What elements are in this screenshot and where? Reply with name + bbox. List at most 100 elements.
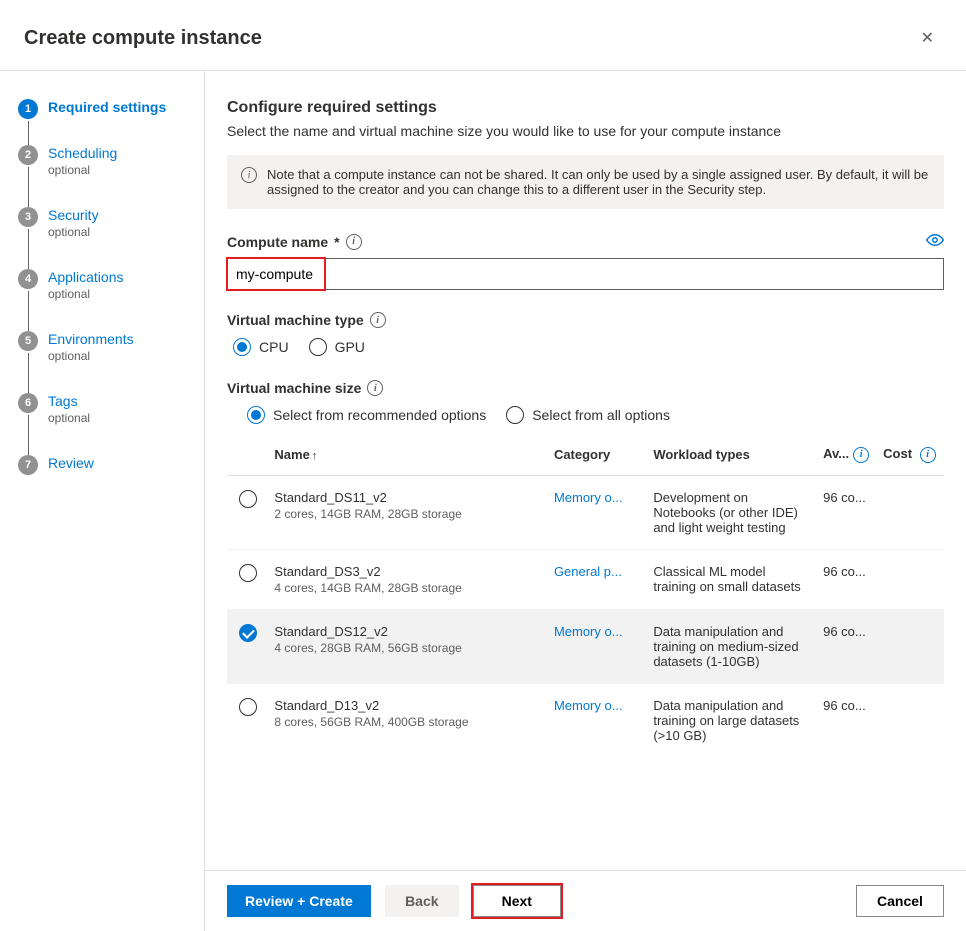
vm-category-link[interactable]: Memory o... — [554, 490, 623, 505]
vm-type-gpu-radio[interactable]: GPU — [309, 338, 365, 356]
vm-category-link[interactable]: Memory o... — [554, 698, 623, 713]
vm-size-table: Name↑ Category Workload types Av...i Cos… — [227, 438, 944, 757]
wizard-step-required-settings[interactable]: 1 Required settings — [18, 99, 204, 145]
wizard-sublabel: optional — [48, 349, 204, 363]
wizard-sublabel: optional — [48, 411, 204, 425]
page-title: Create compute instance — [24, 27, 262, 50]
wizard-label: Applications — [48, 269, 204, 285]
section-heading: Configure required settings — [227, 99, 944, 117]
compute-name-label: Compute name * i — [227, 234, 362, 250]
step-number-icon: 3 — [18, 207, 38, 227]
radio-icon — [233, 338, 251, 356]
vm-spec: 4 cores, 28GB RAM, 56GB storage — [274, 641, 542, 655]
section-subtitle: Select the name and virtual machine size… — [227, 123, 944, 139]
vm-category-link[interactable]: Memory o... — [554, 624, 623, 639]
info-icon[interactable]: i — [367, 380, 383, 396]
info-icon: i — [241, 167, 257, 183]
radio-label: Select from all options — [532, 407, 670, 423]
radio-label: Select from recommended options — [273, 407, 486, 423]
info-icon[interactable]: i — [346, 234, 362, 250]
vm-workload: Data manipulation and training on medium… — [647, 609, 817, 683]
radio-label: CPU — [259, 339, 289, 355]
vm-availability: 96 co... — [817, 549, 877, 609]
vm-availability: 96 co... — [817, 683, 877, 757]
table-row[interactable]: Standard_D13_v2 8 cores, 56GB RAM, 400GB … — [227, 683, 944, 757]
info-note: i Note that a compute instance can not b… — [227, 155, 944, 209]
vm-spec: 2 cores, 14GB RAM, 28GB storage — [274, 507, 542, 521]
vm-category-link[interactable]: General p... — [554, 564, 622, 579]
radio-icon — [309, 338, 327, 356]
info-icon[interactable]: i — [920, 447, 936, 463]
wizard-step-applications[interactable]: 4 Applications optional — [18, 269, 204, 331]
radio-label: GPU — [335, 339, 365, 355]
vm-cost — [877, 549, 944, 609]
table-row[interactable]: Standard_DS11_v2 2 cores, 14GB RAM, 28GB … — [227, 475, 944, 549]
wizard-label: Required settings — [48, 99, 204, 115]
col-header-name[interactable]: Name↑ — [268, 438, 548, 475]
vm-spec: 8 cores, 56GB RAM, 400GB storage — [274, 715, 542, 729]
wizard-sublabel: optional — [48, 287, 204, 301]
col-header-workload[interactable]: Workload types — [647, 438, 817, 475]
wizard-sublabel: optional — [48, 163, 204, 177]
wizard-step-environments[interactable]: 5 Environments optional — [18, 331, 204, 393]
wizard-step-tags[interactable]: 6 Tags optional — [18, 393, 204, 455]
cancel-button[interactable]: Cancel — [856, 885, 944, 917]
vm-cost — [877, 683, 944, 757]
info-note-text: Note that a compute instance can not be … — [267, 167, 930, 197]
row-select-radio[interactable] — [239, 624, 257, 642]
vm-workload: Classical ML model training on small dat… — [647, 549, 817, 609]
compute-name-input[interactable] — [227, 258, 944, 290]
vm-cost — [877, 609, 944, 683]
row-select-radio[interactable] — [239, 698, 257, 716]
info-icon[interactable]: i — [853, 447, 869, 463]
sort-asc-icon: ↑ — [312, 450, 318, 462]
col-header-availability[interactable]: Av...i — [817, 438, 877, 475]
row-select-radio[interactable] — [239, 490, 257, 508]
row-select-radio[interactable] — [239, 564, 257, 582]
wizard-step-review[interactable]: 7 Review — [18, 455, 204, 471]
step-number-icon: 1 — [18, 99, 38, 119]
vm-workload: Data manipulation and training on large … — [647, 683, 817, 757]
vm-name: Standard_D13_v2 — [274, 698, 542, 713]
vm-type-cpu-radio[interactable]: CPU — [233, 338, 289, 356]
vm-name: Standard_DS3_v2 — [274, 564, 542, 579]
radio-icon — [506, 406, 524, 424]
close-button[interactable]: ✕ — [913, 24, 942, 52]
back-button[interactable]: Back — [385, 885, 459, 917]
step-number-icon: 7 — [18, 455, 38, 475]
vm-name: Standard_DS12_v2 — [274, 624, 542, 639]
wizard-label: Scheduling — [48, 145, 204, 161]
review-create-button[interactable]: Review + Create — [227, 885, 371, 917]
vm-availability: 96 co... — [817, 475, 877, 549]
wizard-label: Security — [48, 207, 204, 223]
wizard-nav: 1 Required settings 2 Scheduling optiona… — [0, 71, 205, 931]
info-icon[interactable]: i — [370, 312, 386, 328]
table-row[interactable]: Standard_DS12_v2 4 cores, 28GB RAM, 56GB … — [227, 609, 944, 683]
wizard-footer: Review + Create Back Next Cancel — [205, 870, 966, 931]
wizard-step-security[interactable]: 3 Security optional — [18, 207, 204, 269]
vm-cost — [877, 475, 944, 549]
vm-availability: 96 co... — [817, 609, 877, 683]
col-header-category[interactable]: Category — [548, 438, 647, 475]
wizard-label: Tags — [48, 393, 204, 409]
col-header-cost[interactable]: Cost i — [877, 438, 944, 475]
radio-icon — [247, 406, 265, 424]
wizard-label: Environments — [48, 331, 204, 347]
preview-icon[interactable] — [926, 231, 944, 252]
step-number-icon: 2 — [18, 145, 38, 165]
wizard-label: Review — [48, 455, 204, 471]
step-number-icon: 6 — [18, 393, 38, 413]
vm-spec: 4 cores, 14GB RAM, 28GB storage — [274, 581, 542, 595]
vm-name: Standard_DS11_v2 — [274, 490, 542, 505]
vm-size-recommended-radio[interactable]: Select from recommended options — [247, 406, 486, 424]
table-row[interactable]: Standard_DS3_v2 4 cores, 14GB RAM, 28GB s… — [227, 549, 944, 609]
step-number-icon: 4 — [18, 269, 38, 289]
step-number-icon: 5 — [18, 331, 38, 351]
next-button[interactable]: Next — [473, 885, 561, 917]
wizard-step-scheduling[interactable]: 2 Scheduling optional — [18, 145, 204, 207]
vm-workload: Development on Notebooks (or other IDE) … — [647, 475, 817, 549]
vm-size-all-radio[interactable]: Select from all options — [506, 406, 670, 424]
vm-size-label: Virtual machine size i — [227, 380, 944, 396]
wizard-sublabel: optional — [48, 225, 204, 239]
vm-type-label: Virtual machine type i — [227, 312, 944, 328]
